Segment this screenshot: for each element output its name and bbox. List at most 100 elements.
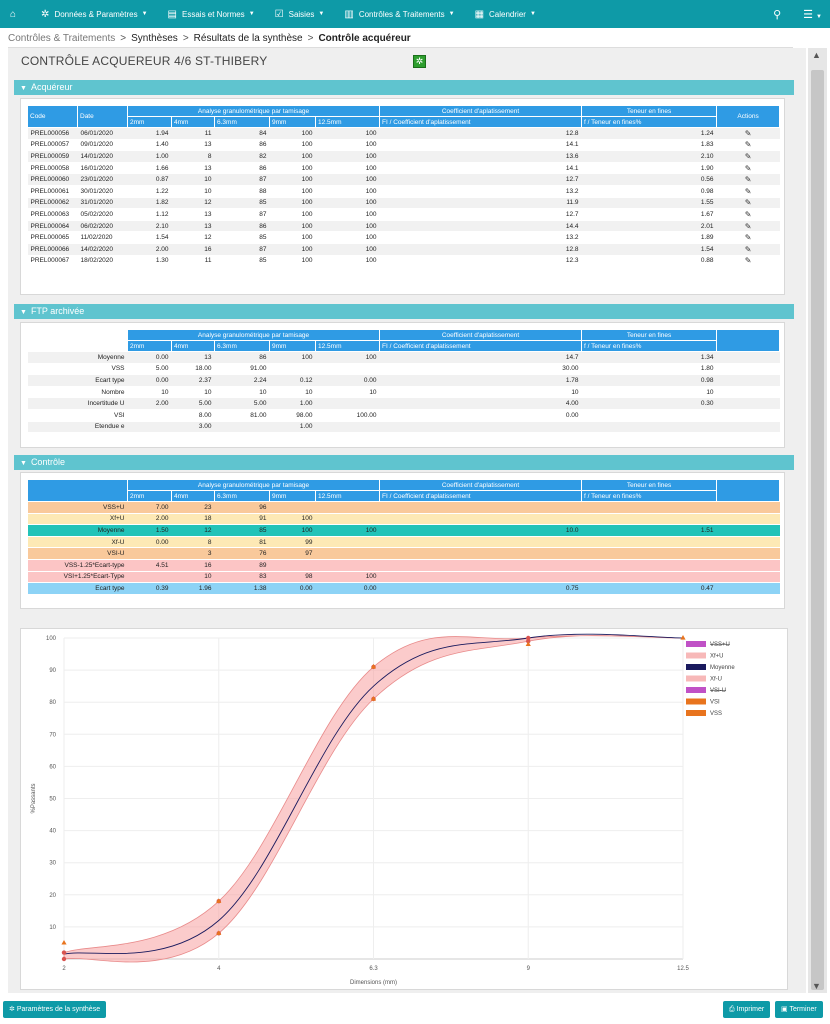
- pencil-icon: ✎: [744, 209, 752, 219]
- table-cell: 86: [214, 220, 270, 233]
- table-cell: 11/02/2020: [77, 231, 128, 244]
- section-header-acquereur[interactable]: ▼ Acquéreur: [14, 80, 794, 95]
- table-row: PREL000058 16/01/2020 1.66 13 86 100 100 14.1 1.…: [27, 162, 780, 175]
- table-cell: [315, 421, 380, 434]
- table-cell: 100: [315, 127, 380, 140]
- edit-row-button[interactable]: ✎: [716, 197, 780, 210]
- table-cell: 2.10: [581, 150, 717, 163]
- nav-saisies[interactable]: ☑ Saisies ▼: [265, 0, 335, 28]
- edit-row-button[interactable]: ✎: [716, 185, 780, 198]
- breadcrumb-controles[interactable]: Contrôles & Traitements: [8, 33, 115, 44]
- nav-donnees-parametres[interactable]: ✲ Données & Paramètres ▼: [31, 0, 158, 28]
- breadcrumb-syntheses[interactable]: Synthèses: [131, 33, 178, 44]
- table-cell: Xf-U: [27, 536, 128, 549]
- edit-row-button[interactable]: ✎: [716, 220, 780, 233]
- table-cell: 100: [269, 208, 316, 221]
- chevron-down-icon: ▼: [318, 11, 325, 17]
- table-cell: 14.1: [379, 139, 582, 152]
- table-cell: 14.4: [379, 220, 582, 233]
- table-cell: 11.9: [379, 197, 582, 210]
- breadcrumb-current: Contrôle acquéreur: [318, 32, 411, 44]
- table-row: PREL000057 09/01/2020 1.40 13 86 100 100 14.1 1.…: [27, 139, 780, 152]
- table-cell: 1.00: [127, 150, 172, 163]
- edit-row-button[interactable]: ✎: [716, 208, 780, 221]
- legend-item: VSI-U: [710, 688, 726, 694]
- legend-item: VSS+U: [710, 642, 730, 648]
- top-navbar: ⌂ ✲ Données & Paramètres ▼ ▤ Essais et Norm…: [0, 0, 830, 28]
- table-cell: 10.0: [379, 524, 582, 537]
- edit-row-button[interactable]: ✎: [716, 127, 780, 140]
- table-cell: 89: [214, 559, 270, 572]
- nav-calendrier[interactable]: ▦ Calendrier ▼: [465, 0, 546, 28]
- table-cell: [379, 536, 582, 549]
- table-cell: [127, 409, 172, 422]
- table-cell: 100: [315, 197, 380, 210]
- y-tick-label: 60: [49, 764, 56, 770]
- table-cell: [127, 421, 172, 434]
- table-cell: 0.00: [127, 374, 172, 387]
- edit-row-button[interactable]: ✎: [716, 173, 780, 186]
- table-cell: 13: [171, 162, 215, 175]
- breadcrumb-resultats[interactable]: Résultats de la synthèse: [194, 33, 303, 44]
- table-row: PREL000061 30/01/2020 1.22 10 88 100 100 13.2 0.…: [27, 185, 780, 198]
- table-cell: [315, 547, 380, 560]
- pencil-icon: ✎: [744, 233, 752, 243]
- nav-essais-normes[interactable]: ▤ Essais et Normes ▼: [158, 0, 265, 28]
- table-cell: 12.7: [379, 173, 582, 186]
- home-button[interactable]: ⌂: [0, 0, 31, 28]
- table-cell: 83: [214, 571, 270, 584]
- table-cell: PREL000060: [27, 173, 78, 186]
- table-row: VSI+1.25*Ecart-Type 10 83 98 100: [27, 571, 780, 584]
- table-row: PREL000065 11/02/2020 1.54 12 85 100 100 13.2 1.…: [27, 231, 780, 244]
- edit-row-button[interactable]: ✎: [716, 243, 780, 256]
- scroll-down-icon[interactable]: ▼: [812, 981, 821, 991]
- table-cell: 100: [315, 524, 380, 537]
- synthesis-parameters-button[interactable]: ✲ Paramètres de la synthèse: [3, 1001, 107, 1018]
- table-cell: 10: [171, 173, 215, 186]
- table-cell: 16: [171, 243, 215, 256]
- table-cell: 100: [315, 139, 380, 152]
- table-cell: 1.51: [581, 524, 717, 537]
- pencil-icon: ✎: [744, 163, 752, 173]
- table-cell: 81: [214, 536, 270, 549]
- table-cell: 12.7: [379, 208, 582, 221]
- table-cell: Moyenne: [27, 524, 128, 537]
- table-cell: 05/02/2020: [77, 208, 128, 221]
- table-cell: 1.24: [581, 127, 717, 140]
- table-cell: 8.00: [171, 409, 215, 422]
- legend-swatch: [686, 652, 706, 659]
- table-cell: [716, 582, 780, 595]
- table-cell: 86: [214, 139, 270, 152]
- table-cell: 2.37: [171, 374, 215, 387]
- edit-row-button[interactable]: ✎: [716, 150, 780, 163]
- edit-row-button[interactable]: ✎: [716, 139, 780, 152]
- table-cell: 3.00: [171, 421, 215, 434]
- table-cell: 1.89: [581, 231, 717, 244]
- table-cell: PREL000067: [27, 255, 78, 268]
- table-cell: 13: [171, 351, 215, 364]
- table-cell: VSI+1.25*Ecart-Type: [27, 571, 128, 584]
- nav-controles-traitements[interactable]: ▥ Contrôles & Traitements ▼: [334, 0, 464, 28]
- table-cell: [581, 547, 717, 560]
- vertical-scrollbar[interactable]: ▲ ▼: [808, 48, 827, 993]
- search-icon[interactable]: ⚲: [773, 8, 781, 21]
- table-row: Xf-U 0.00 8 81 99: [27, 536, 780, 549]
- edit-row-button[interactable]: ✎: [716, 255, 780, 268]
- scroll-up-icon[interactable]: ▲: [812, 50, 821, 60]
- edit-row-button[interactable]: ✎: [716, 231, 780, 244]
- edit-row-button[interactable]: ✎: [716, 162, 780, 175]
- chevron-down-icon: ▼: [248, 11, 255, 17]
- table-cell: [269, 501, 316, 514]
- pencil-icon: ✎: [744, 151, 752, 161]
- pencil-icon: ✎: [744, 198, 752, 208]
- menu-icon[interactable]: ☰ ▼: [803, 8, 822, 21]
- section-header-ftp[interactable]: ▼ FTP archivée: [14, 304, 794, 319]
- section-header-controle[interactable]: ▼ Contrôle: [14, 455, 794, 470]
- table-cell: 13: [171, 208, 215, 221]
- scroll-thumb[interactable]: [811, 70, 824, 990]
- table-row: Xf+U 2.00 18 91 100: [27, 513, 780, 526]
- print-button[interactable]: ⎙ Imprimer: [723, 1001, 771, 1018]
- settings-gear-button[interactable]: ✲: [413, 55, 426, 68]
- finish-button[interactable]: ▣ Terminer: [775, 1001, 823, 1018]
- table-cell: 0.00: [379, 409, 582, 422]
